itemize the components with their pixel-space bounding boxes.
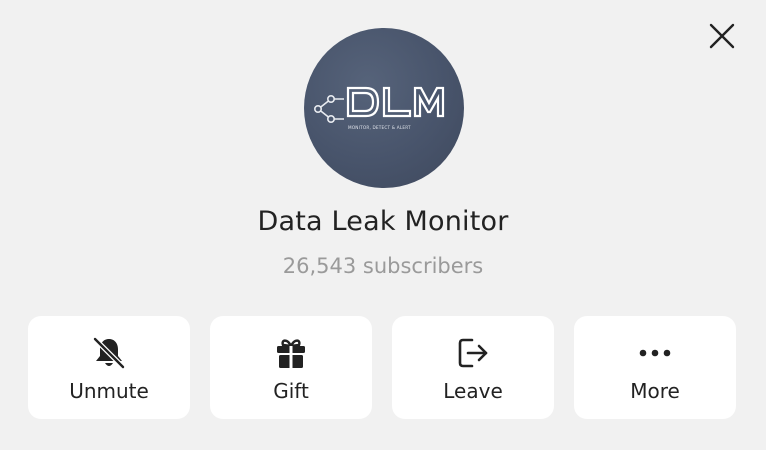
subscriber-count: 26,543 subscribers [282,254,484,278]
gift-label: Gift [273,379,309,403]
channel-avatar[interactable]: MONITOR, DETECT & ALERT [304,28,464,188]
more-dots-icon [635,336,675,370]
leave-label: Leave [443,379,503,403]
unmute-label: Unmute [69,379,149,403]
leave-button[interactable]: Leave [392,316,554,419]
action-bar: Unmute Gift Leave More [28,316,736,419]
close-button[interactable] [704,18,740,54]
more-label: More [630,379,680,403]
gift-button[interactable]: Gift [210,316,372,419]
more-button[interactable]: More [574,316,736,419]
share-icon [314,95,344,124]
avatar-tagline: MONITOR, DETECT & ALERT [348,125,411,130]
leave-icon [453,336,493,370]
channel-name: Data Leak Monitor [257,206,509,237]
close-icon [709,23,735,49]
dlm-logo: MONITOR, DETECT & ALERT [314,86,445,130]
bell-slash-icon [89,336,129,370]
unmute-button[interactable]: Unmute [28,316,190,419]
gift-icon [271,336,311,370]
